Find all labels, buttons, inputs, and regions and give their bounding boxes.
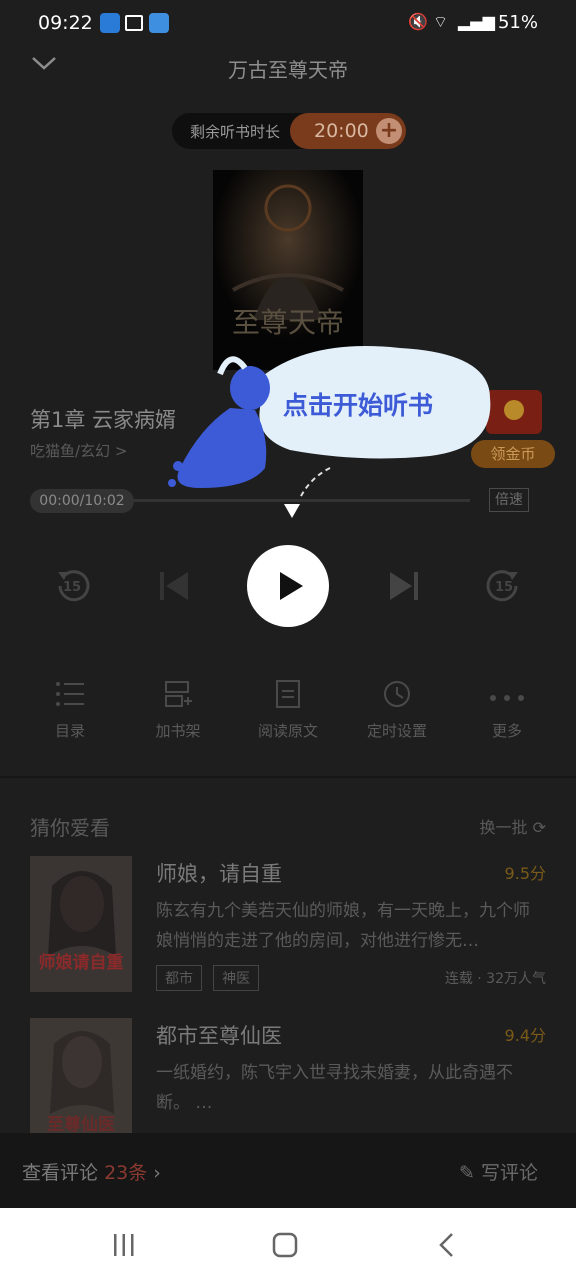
book-tags: 都市 神医 bbox=[156, 965, 265, 991]
refresh-label: 换一批 bbox=[479, 818, 528, 837]
play-icon bbox=[280, 572, 303, 600]
play-button[interactable] bbox=[247, 545, 329, 627]
rewind-15-label: 15 bbox=[63, 580, 81, 595]
book-description: 一纸婚约，陈飞宇入世寻找未婚妻，从此奇遇不断。 … bbox=[156, 1063, 513, 1113]
section-divider bbox=[0, 776, 576, 778]
book-thumbnail-title: 至尊仙医 bbox=[47, 1114, 115, 1135]
shield-icon bbox=[100, 13, 120, 33]
action-timer[interactable]: 定时设置 bbox=[352, 680, 442, 741]
status-time: 09:22 bbox=[38, 12, 93, 34]
document-icon bbox=[276, 680, 300, 708]
more-dots-icon bbox=[490, 695, 524, 701]
bookshelf-add-icon bbox=[165, 681, 192, 707]
back-icon[interactable] bbox=[437, 1232, 457, 1258]
previous-chapter-icon[interactable] bbox=[154, 566, 194, 606]
book-score: 9.5分 bbox=[504, 864, 546, 883]
recent-apps-icon[interactable] bbox=[112, 1234, 136, 1256]
image-icon bbox=[125, 15, 143, 31]
view-comments-button[interactable]: 查看评论 23条 › bbox=[22, 1158, 161, 1185]
forward-15-label: 15 bbox=[495, 580, 513, 595]
header: 万古至尊天帝 bbox=[0, 46, 576, 90]
book-thumbnail: 师娘请自重 bbox=[30, 856, 132, 992]
book-description: 陈玄有九个美若天仙的师娘，有一天晚上，九个师娘悄悄的走进了他的房间，对他进行惨无… bbox=[156, 901, 530, 951]
system-nav-bar bbox=[0, 1208, 576, 1280]
write-comment-button[interactable]: ✎ 写评论 bbox=[459, 1158, 538, 1185]
forward-15-icon[interactable]: 15 bbox=[484, 566, 524, 606]
book-tag[interactable]: 都市 bbox=[156, 965, 202, 991]
action-more[interactable]: 更多 bbox=[462, 680, 552, 741]
mute-icon: 🔇 bbox=[408, 12, 428, 31]
refresh-icon: ⟳ bbox=[532, 818, 546, 837]
player-screen: 09:22 🔇 ⌔ ▂▄▆ 51% 万古至尊天帝 剩余听书时长 20:00 + bbox=[0, 0, 576, 1208]
signal-icon: ▂▄▆ bbox=[458, 12, 495, 31]
coach-bubble bbox=[168, 346, 491, 518]
comment-bar: 查看评论 23条 › ✎ 写评论 bbox=[0, 1133, 576, 1208]
action-catalog-label: 目录 bbox=[54, 722, 85, 740]
refresh-button[interactable]: 换一批 ⟳ bbox=[479, 814, 546, 838]
wifi-icon: ⌔ bbox=[433, 12, 449, 31]
coach-text: 点击开始听书 bbox=[283, 391, 434, 420]
book-meta: 连载 · 32万人气 bbox=[444, 971, 546, 987]
clock-icon bbox=[384, 681, 410, 707]
write-comment-label: 写评论 bbox=[480, 1162, 538, 1184]
pen-icon: ✎ bbox=[459, 1162, 475, 1184]
status-bar: 09:22 🔇 ⌔ ▂▄▆ 51% bbox=[0, 0, 576, 46]
book-title: 师娘，请自重 bbox=[156, 862, 282, 886]
catalog-list-icon bbox=[56, 682, 84, 706]
next-chapter-icon[interactable] bbox=[384, 566, 424, 606]
listen-time-value: 20:00 bbox=[314, 120, 369, 142]
action-timer-label: 定时设置 bbox=[366, 722, 427, 740]
action-more-label: 更多 bbox=[491, 722, 522, 740]
comment-count: 23条 bbox=[104, 1162, 148, 1184]
listen-time-label: 剩余听书时长 bbox=[190, 123, 281, 141]
home-icon[interactable] bbox=[272, 1232, 298, 1258]
chevron-right-icon: › bbox=[153, 1162, 161, 1184]
book-thumbnail-title: 师娘请自重 bbox=[39, 952, 124, 973]
listen-time-value-box[interactable]: 20:00 + bbox=[290, 113, 406, 149]
book-tag[interactable]: 神医 bbox=[213, 965, 260, 991]
listen-time-pill: 剩余听书时长 20:00 + bbox=[172, 113, 406, 149]
book-score: 9.4分 bbox=[504, 1026, 546, 1045]
view-comments-label: 查看评论 bbox=[22, 1162, 99, 1184]
book-title: 都市至尊仙医 bbox=[156, 1024, 282, 1048]
app-icon bbox=[149, 13, 169, 33]
svg-text:至尊天帝: 至尊天帝 bbox=[232, 306, 344, 339]
recommend-heading: 猜你爱看 bbox=[30, 816, 110, 840]
action-add-shelf-label: 加书架 bbox=[155, 722, 201, 740]
action-read-original[interactable]: 阅读原文 bbox=[243, 680, 333, 741]
chapter-title: 第1章 云家病婿 bbox=[30, 408, 177, 432]
action-read-original-label: 阅读原文 bbox=[257, 722, 318, 740]
rewind-15-icon[interactable]: 15 bbox=[52, 566, 92, 606]
battery-level: 51% bbox=[497, 12, 538, 33]
action-add-shelf[interactable]: 加书架 bbox=[133, 680, 223, 741]
author-genre-link[interactable]: 吃猫鱼/玄幻 > bbox=[30, 440, 127, 461]
add-time-icon[interactable]: + bbox=[376, 118, 402, 144]
book-title: 万古至尊天帝 bbox=[228, 58, 348, 82]
progress-time: 00:00/10:02 bbox=[30, 489, 134, 513]
action-catalog[interactable]: 目录 bbox=[25, 680, 115, 741]
